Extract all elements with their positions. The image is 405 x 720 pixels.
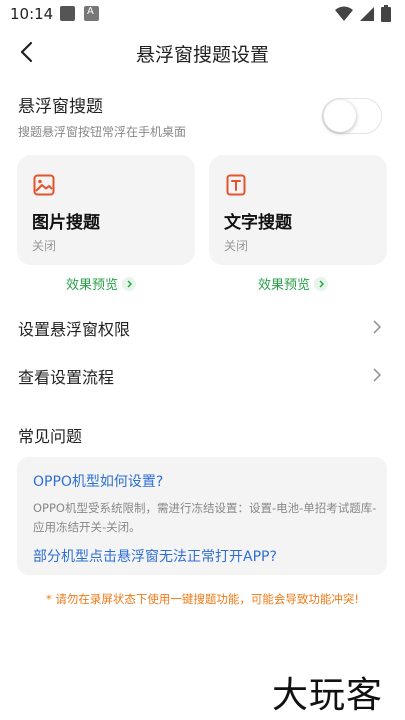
- battery-icon: [381, 5, 391, 22]
- toggle-knob: [324, 100, 356, 132]
- chevron-right-icon: [122, 276, 137, 291]
- row-setup-process[interactable]: 查看设置流程: [0, 356, 405, 396]
- wifi-icon: [335, 6, 353, 21]
- row-float-permission[interactable]: 设置悬浮窗权限: [0, 308, 405, 348]
- faq-question-oppo[interactable]: OPPO机型如何设置?: [33, 471, 163, 491]
- status-icons: [335, 5, 391, 22]
- status-bar: 10:14: [0, 0, 405, 30]
- text-icon: [226, 174, 246, 196]
- float-search-subtitle: 搜题悬浮窗按钮常浮在手机桌面: [18, 125, 187, 139]
- warning-text: * 请勿在录屏状态下使用一键搜题功能，可能会导致功能冲突!: [45, 592, 359, 606]
- header: 悬浮窗搜题设置: [0, 30, 405, 74]
- card-status: 关闭: [224, 239, 249, 253]
- row-label: 设置悬浮窗权限: [18, 320, 131, 339]
- image-preview-link[interactable]: 效果预览: [66, 274, 137, 293]
- faq-box: OPPO机型如何设置? OPPO机型受系统限制，需进行冻结设置：设置-电池-单招…: [17, 457, 387, 575]
- watermark-logo: 大玩客: [272, 675, 384, 716]
- card-title: 文字搜题: [224, 213, 292, 233]
- card-status: 关闭: [32, 239, 57, 253]
- preview-label: 效果预览: [258, 278, 311, 293]
- float-search-toggle[interactable]: [322, 98, 382, 134]
- preview-label: 效果预览: [66, 278, 119, 293]
- chevron-right-icon: [314, 276, 329, 291]
- card-title: 图片搜题: [32, 213, 100, 233]
- app-notification-icon: [84, 6, 99, 21]
- image-icon: [33, 174, 55, 196]
- page-title: 悬浮窗搜题设置: [135, 44, 269, 66]
- faq-answer-oppo: OPPO机型受系统限制，需进行冻结设置：设置-电池-单招考试题库-应用冻结开关-…: [33, 501, 377, 534]
- signal-icon: [360, 6, 374, 21]
- status-time: 10:14: [10, 5, 54, 23]
- chevron-right-icon: [373, 320, 382, 334]
- text-preview-link[interactable]: 效果预览: [258, 274, 329, 293]
- text-search-card[interactable]: 文字搜题 关闭: [209, 155, 387, 265]
- faq-heading: 常见问题: [18, 427, 83, 446]
- faq-question-open-app[interactable]: 部分机型点击悬浮窗无法正常打开APP?: [33, 546, 277, 566]
- chevron-right-icon: [373, 368, 382, 382]
- notification-icon: [60, 6, 75, 21]
- row-label: 查看设置流程: [18, 368, 115, 387]
- image-search-card[interactable]: 图片搜题 关闭: [17, 155, 195, 265]
- float-search-title: 悬浮窗搜题: [18, 97, 103, 117]
